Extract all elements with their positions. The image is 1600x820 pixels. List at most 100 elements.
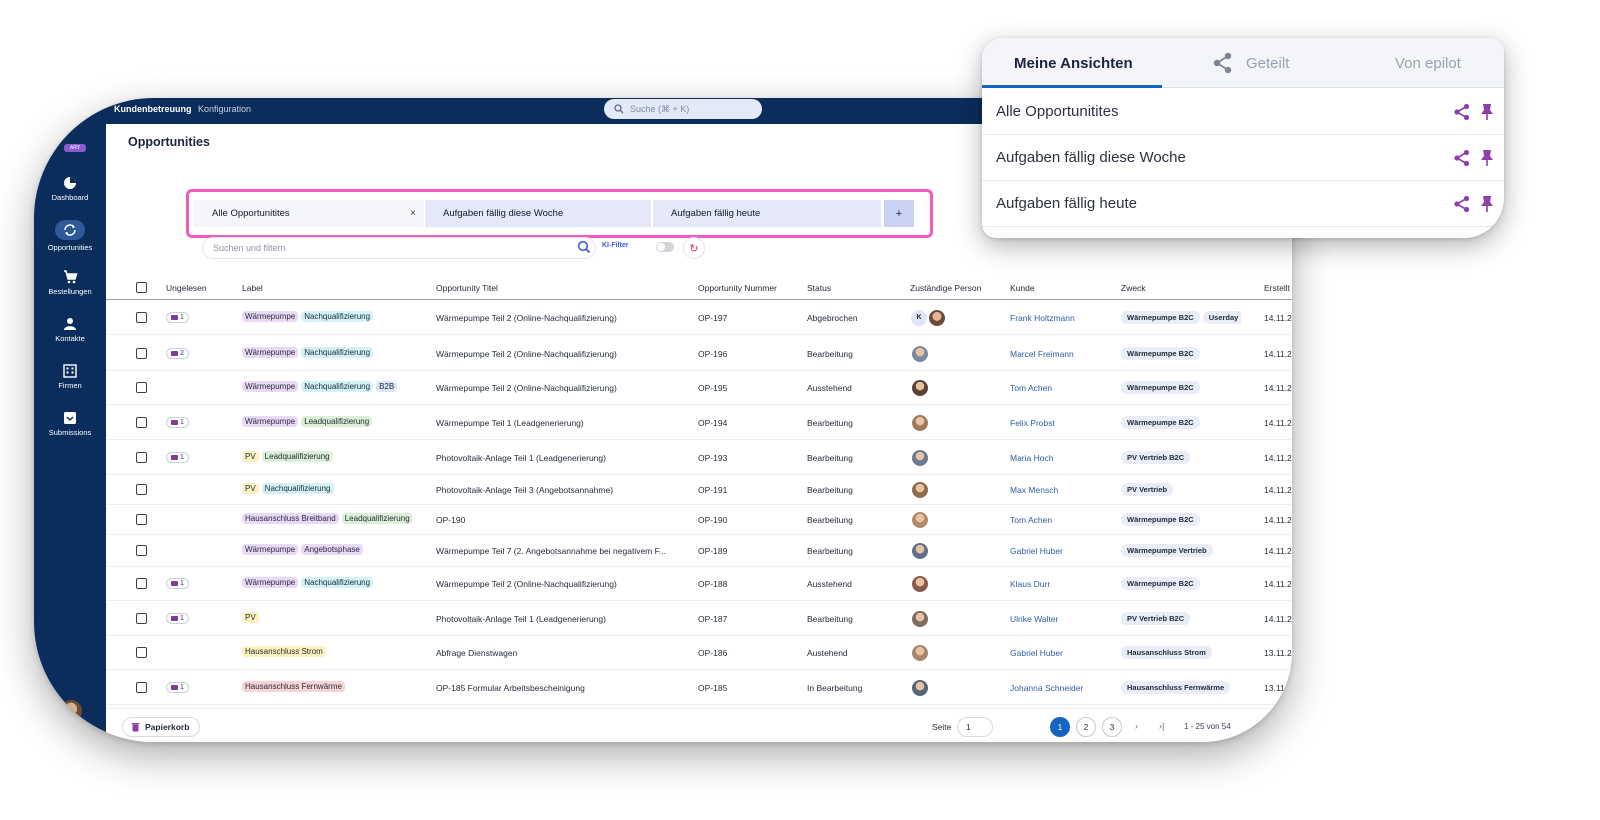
row-checkbox[interactable]: [136, 514, 147, 525]
trash-button[interactable]: Papierkorb: [122, 717, 201, 737]
table-row[interactable]: PV Nachqualifizierung Photovoltaik-Anlage …: [106, 475, 1292, 505]
person-avatar[interactable]: [912, 645, 928, 661]
nav-konfiguration[interactable]: Konfiguration: [198, 104, 251, 114]
user-avatar[interactable]: [60, 700, 82, 722]
person-avatar[interactable]: [912, 482, 928, 498]
person-avatar[interactable]: [912, 512, 928, 528]
person-avatar[interactable]: [912, 414, 928, 431]
row-checkbox[interactable]: [136, 416, 147, 428]
table-row[interactable]: 2 Wärmepumpe Nachqualifizierung Wärmepumpe …: [106, 336, 1292, 371]
kunde-link[interactable]: Marcel Freimann: [1010, 349, 1074, 359]
unread-badge[interactable]: 1: [166, 681, 189, 693]
table-row[interactable]: Hausanschluss Strom Abfrage Dienstwagen OP…: [106, 636, 1292, 670]
row-checkbox[interactable]: [136, 681, 147, 693]
person-avatar[interactable]: [929, 309, 945, 326]
share-icon[interactable]: [1453, 195, 1471, 213]
table-row[interactable]: 1 Wärmepumpe Leadqualifizierung Wärmepumpe …: [106, 405, 1292, 440]
opportunity-title[interactable]: OP-190: [436, 515, 676, 525]
opportunity-title[interactable]: Photovoltaik-Anlage Teil 1 (Leadgenerier…: [436, 453, 676, 463]
row-checkbox[interactable]: [136, 545, 147, 556]
page-number-input[interactable]: 1: [957, 717, 993, 737]
table-row[interactable]: Wärmepumpe Nachqualifizierung B2B Wärmepump…: [106, 371, 1292, 405]
sidebar-item-opportunities[interactable]: Opportunities: [34, 220, 106, 252]
pin-icon[interactable]: [1480, 195, 1494, 213]
person-avatar[interactable]: [912, 610, 928, 627]
add-view-button[interactable]: +: [884, 200, 914, 227]
page-3-button[interactable]: 3: [1102, 717, 1122, 737]
tab-von-epilot[interactable]: Von epilot: [1395, 55, 1461, 72]
opportunity-title[interactable]: OP-185 Formular Arbeitsbescheinigung: [436, 683, 676, 693]
last-page-icon[interactable]: ›|: [1159, 721, 1164, 731]
opportunity-title[interactable]: Wärmepumpe Teil 1 (Leadgenerierung): [436, 418, 676, 428]
col-ungelesen[interactable]: Ungelesen: [166, 283, 207, 293]
sidebar-item-kontakte[interactable]: Kontakte: [34, 317, 106, 343]
unread-badge[interactable]: 1: [166, 416, 189, 428]
table-row[interactable]: 1 Wärmepumpe Nachqualifizierung Wärmepumpe …: [106, 567, 1292, 601]
refresh-button[interactable]: ↻: [683, 237, 705, 259]
col-label[interactable]: Label: [242, 283, 263, 293]
page-2-button[interactable]: 2: [1076, 717, 1096, 737]
row-checkbox[interactable]: [136, 484, 147, 495]
search-filter-input[interactable]: Suchen und filtern: [202, 237, 596, 259]
kunde-link[interactable]: Gabriel Huber: [1010, 546, 1063, 556]
person-avatar[interactable]: [912, 679, 928, 696]
pin-icon[interactable]: [1480, 103, 1494, 121]
kunde-link[interactable]: Maria Hoch: [1010, 453, 1053, 463]
tab-alle-opportunitites[interactable]: Alle Opportunitites ×: [194, 200, 424, 227]
sidebar-item-dashboard[interactable]: Dashboard: [34, 176, 106, 202]
row-checkbox[interactable]: [136, 347, 147, 359]
kunde-link[interactable]: Klaus Durr: [1010, 579, 1050, 589]
unread-badge[interactable]: 1: [166, 311, 189, 323]
col-erstellt[interactable]: Erstellt: [1264, 283, 1290, 293]
sidebar-item-bestellungen[interactable]: Bestellungen: [34, 270, 106, 296]
person-avatar[interactable]: [912, 543, 928, 559]
person-avatar[interactable]: [912, 380, 928, 396]
kunde-link[interactable]: Felix Probst: [1010, 418, 1055, 428]
col-person[interactable]: Zuständige Person: [910, 283, 981, 293]
col-nummer[interactable]: Opportunity Nummer: [698, 283, 777, 293]
col-kunde[interactable]: Kunde: [1010, 283, 1035, 293]
person-avatar[interactable]: [912, 449, 928, 466]
sidebar-item-firmen[interactable]: Firmen: [34, 364, 106, 390]
nav-kundenbetreuung[interactable]: Kundenbetreuung: [114, 104, 192, 114]
close-icon[interactable]: ×: [410, 208, 416, 219]
table-row[interactable]: Wärmepumpe Angebotsphase Wärmepumpe Teil 7…: [106, 535, 1292, 567]
row-checkbox[interactable]: [136, 612, 147, 624]
table-row[interactable]: 1 PV Leadqualifizierung Photovoltaik-Anlage…: [106, 440, 1292, 475]
row-checkbox[interactable]: [136, 311, 147, 323]
table-row[interactable]: 1 PV Photovoltaik-Anlage Teil 1 (Leadgener…: [106, 601, 1292, 636]
kunde-link[interactable]: Johanna Schneider: [1010, 683, 1083, 693]
unread-badge[interactable]: 1: [166, 578, 189, 589]
tab-meine-ansichten[interactable]: Meine Ansichten: [1014, 55, 1133, 72]
kunde-link[interactable]: Max Mensch: [1010, 485, 1058, 495]
kunde-link[interactable]: Tom Achen: [1010, 515, 1052, 525]
row-checkbox[interactable]: [136, 382, 147, 393]
view-list-item[interactable]: Aufgaben fällig diese Woche: [982, 135, 1504, 181]
share-icon[interactable]: [1453, 103, 1471, 121]
person-avatar[interactable]: [912, 576, 928, 592]
tab-geteilt[interactable]: Geteilt: [1246, 55, 1289, 72]
table-row[interactable]: 1 Wärmepumpe Nachqualifizierung Wärmepumpe …: [106, 300, 1292, 335]
kunde-link[interactable]: Ulrike Walter: [1010, 614, 1058, 624]
view-list-item[interactable]: Aufgaben fällig heute: [982, 181, 1504, 227]
tab-aufgaben-heute[interactable]: Aufgaben fällig heute: [653, 200, 881, 227]
kunde-link[interactable]: Frank Holtzmann: [1010, 313, 1075, 323]
row-checkbox[interactable]: [136, 578, 147, 589]
unread-badge[interactable]: 1: [166, 612, 189, 624]
opportunity-title[interactable]: Wärmepumpe Teil 2 (Online-Nachqualifizie…: [436, 349, 676, 359]
opportunity-title[interactable]: Wärmepumpe Teil 2 (Online-Nachqualifizie…: [436, 313, 676, 323]
kunde-link[interactable]: Tom Achen: [1010, 383, 1052, 393]
table-row[interactable]: 1 Hausanschluss Fernwärme OP-185 Formular …: [106, 670, 1292, 705]
select-all-checkbox[interactable]: [136, 282, 147, 293]
opportunity-title[interactable]: Wärmepumpe Teil 2 (Online-Nachqualifizie…: [436, 579, 676, 589]
share-icon[interactable]: [1453, 149, 1471, 167]
table-row[interactable]: Hausanschluss Breitband Leadqualifizierun…: [106, 505, 1292, 535]
ki-filter-toggle[interactable]: [656, 242, 674, 252]
col-titel[interactable]: Opportunity Titel: [436, 283, 498, 293]
row-checkbox[interactable]: [136, 451, 147, 463]
kunde-link[interactable]: Gabriel Huber: [1010, 648, 1063, 658]
person-avatar[interactable]: [912, 345, 928, 362]
col-zweck[interactable]: Zweck: [1121, 283, 1146, 293]
next-page-icon[interactable]: ›: [1135, 721, 1138, 731]
opportunity-title[interactable]: Wärmepumpe Teil 2 (Online-Nachqualifizie…: [436, 383, 676, 393]
